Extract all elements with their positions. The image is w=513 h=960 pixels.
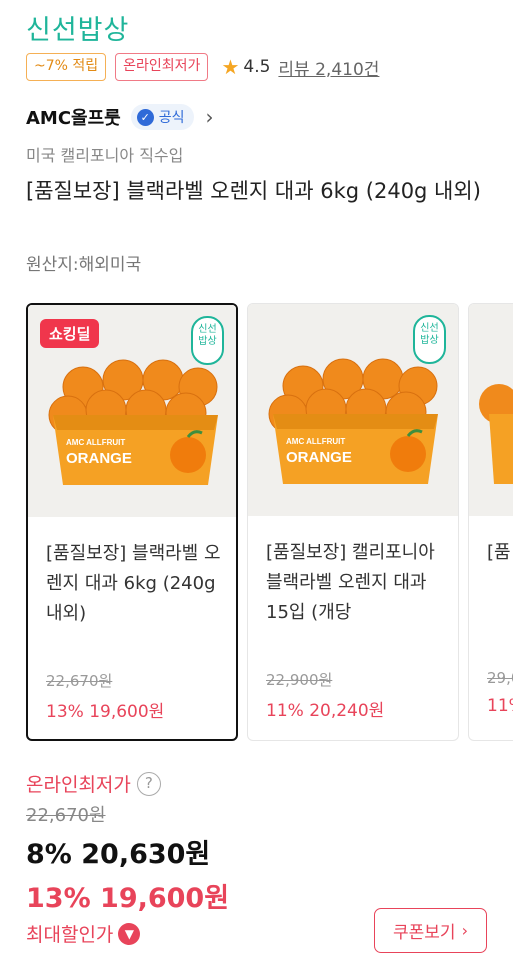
- card-title: [품 캘리 블랙 대과: [487, 542, 513, 563]
- lowest-price-row: 온라인최저가 ?: [26, 770, 161, 797]
- box-text: ORANGE: [286, 449, 352, 466]
- original-price: 22,670원: [26, 805, 106, 826]
- product-carousel[interactable]: AMC ALLFRUIT ORANGE 쇼킹딜 신선 밥상 [품질보장] 블랙라…: [26, 303, 513, 743]
- box-text: ORANGE: [66, 450, 132, 467]
- max-discount-row[interactable]: 최대할인가 ▼: [26, 920, 141, 947]
- coupon-button[interactable]: 쿠폰보기 ›: [374, 908, 487, 953]
- product-card[interactable]: [품 캘리 블랙 대과 29,0 11%: [468, 303, 513, 741]
- product-image: [469, 304, 513, 516]
- brand-stamp: 신선 밥상: [413, 315, 446, 364]
- current-price: 8% 20,630원: [26, 839, 211, 870]
- review-link[interactable]: 리뷰 2,410건: [278, 55, 379, 80]
- card-sale-price: 11%: [487, 696, 513, 716]
- coupon-button-label: 쿠폰보기: [393, 923, 456, 943]
- card-original-price: 22,670원: [46, 672, 113, 690]
- card-sale-price: 13% 19,600원: [46, 702, 165, 722]
- box-brand-text: AMC ALLFRUIT: [286, 437, 345, 446]
- shocking-deal-tag: 쇼킹딜: [40, 319, 100, 348]
- brand-title[interactable]: 신선밥상: [26, 8, 129, 47]
- card-title: [품질보장] 블랙라벨 오렌지 대과 6kg (240g 내외): [46, 543, 221, 624]
- product-image: AMC ALLFRUIT ORANGE 신선 밥상: [248, 304, 458, 516]
- product-origin: 원산지:해외미국: [26, 255, 142, 275]
- official-label: 공식: [158, 110, 185, 126]
- seller-name[interactable]: AMC올프룻: [26, 104, 121, 130]
- max-discount-label[interactable]: 최대할인가: [26, 920, 113, 947]
- chevron-right-icon: ›: [461, 921, 468, 940]
- max-discount-price: 13% 19,600원: [26, 883, 230, 914]
- card-sale-price: 11% 20,240원: [266, 701, 385, 721]
- lowest-price-label: 온라인최저가: [26, 774, 131, 796]
- chevron-right-icon[interactable]: ›: [206, 105, 214, 129]
- product-card[interactable]: AMC ALLFRUIT ORANGE 쇼킹딜 신선 밥상 [품질보장] 블랙라…: [26, 303, 238, 741]
- badge-row: ~7% 적립 온라인최저가 ★ 4.5 리뷰 2,410건: [26, 53, 379, 81]
- lowest-price-badge: 온라인최저가: [115, 53, 209, 81]
- seller-row[interactable]: AMC올프룻 ✓ 공식 ›: [26, 104, 214, 130]
- official-badge: ✓ 공식: [130, 104, 194, 130]
- box-brand-text: AMC ALLFRUIT: [66, 438, 125, 447]
- star-icon: ★: [221, 55, 240, 79]
- rating-score: 4.5: [243, 57, 271, 77]
- points-badge: ~7% 적립: [26, 53, 107, 81]
- seller-subtitle: 미국 캘리포니아 직수입: [26, 146, 184, 165]
- card-original-price: 29,0: [487, 669, 513, 687]
- product-card[interactable]: AMC ALLFRUIT ORANGE 신선 밥상 [품질보장] 캘리포니아 블…: [247, 303, 459, 741]
- card-title: [품질보장] 캘리포니아 블랙라벨 오렌지 대과 15입 (개당: [266, 542, 435, 623]
- card-original-price: 22,900원: [266, 671, 333, 689]
- chevron-down-icon[interactable]: ▼: [118, 922, 141, 945]
- help-icon[interactable]: ?: [136, 771, 161, 796]
- product-image: AMC ALLFRUIT ORANGE 쇼킹딜 신선 밥상: [28, 305, 236, 517]
- product-title: [품질보장] 블랙라벨 오렌지 대과 6kg (240g 내외): [26, 179, 481, 203]
- verified-check-icon: ✓: [136, 108, 154, 126]
- brand-stamp: 신선 밥상: [191, 316, 224, 365]
